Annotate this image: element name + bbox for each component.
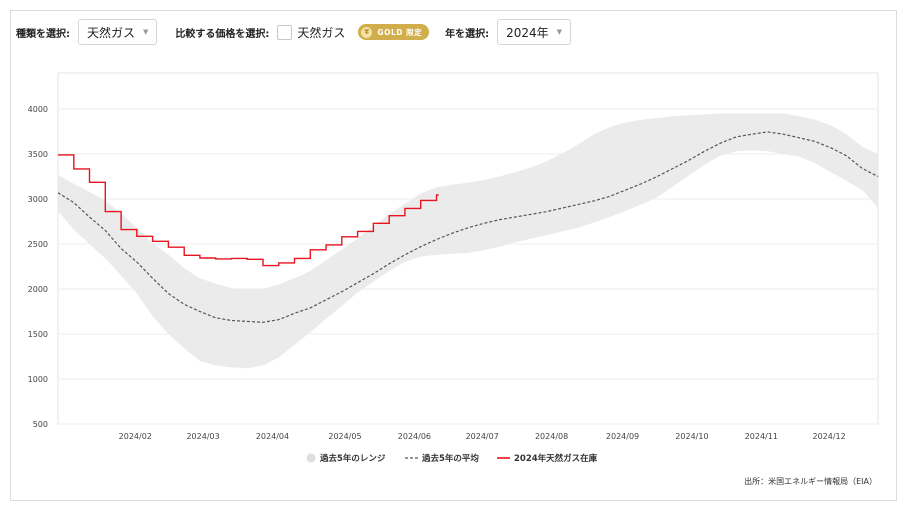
y-tick-label: 2500 <box>28 240 48 249</box>
x-tick-label: 2024/06 <box>398 432 431 441</box>
legend-range-marker <box>306 453 316 463</box>
x-tick-label: 2024/07 <box>466 432 499 441</box>
inventory-chart: 500 1000 1500 2000 2500 3000 3500 4000 2024/02 20… <box>28 72 879 464</box>
x-tick-label: 2024/08 <box>535 432 568 441</box>
x-tick-label: 2024/11 <box>745 432 778 441</box>
x-tick-label: 2024/09 <box>606 432 639 441</box>
y-tick-label: 500 <box>33 420 48 429</box>
legend-inventory-label: 2024年天然ガス在庫 <box>514 453 598 464</box>
chart-legend: 過去5年のレンジ 過去5年の平均 2024年天然ガス在庫 <box>306 453 598 464</box>
legend-average-label: 過去5年の平均 <box>421 453 479 464</box>
y-tick-label: 2000 <box>28 285 48 294</box>
x-tick-label: 2024/02 <box>119 432 152 441</box>
x-tick-label: 2024/05 <box>328 432 361 441</box>
y-tick-label: 1500 <box>28 330 48 339</box>
x-tick-label: 2024/03 <box>186 432 219 441</box>
y-tick-label: 1000 <box>28 375 48 384</box>
y-tick-label: 3000 <box>28 195 48 204</box>
source-note: 出所：米国エネルギー情報局（EIA） <box>744 477 877 486</box>
x-tick-label: 2024/10 <box>675 432 708 441</box>
legend-range-label: 過去5年のレンジ <box>319 453 386 464</box>
x-tick-label: 2024/12 <box>812 432 845 441</box>
y-tick-label: 3500 <box>28 150 48 159</box>
y-tick-label: 4000 <box>28 105 48 114</box>
x-tick-label: 2024/04 <box>256 432 289 441</box>
